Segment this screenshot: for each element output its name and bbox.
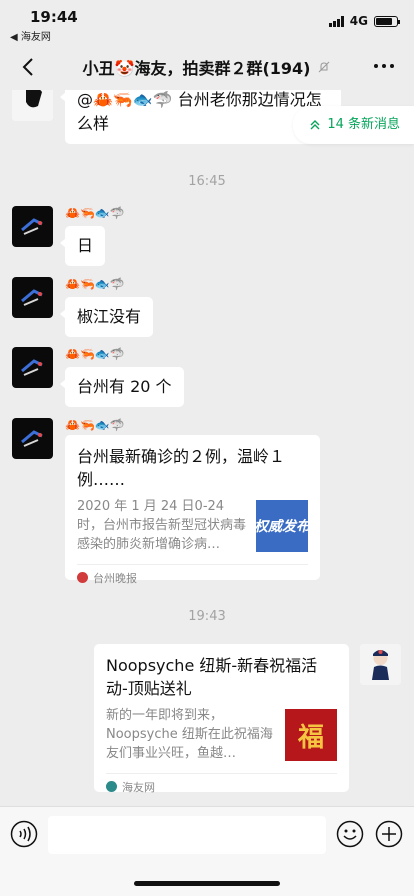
avatar[interactable] [12, 90, 53, 121]
mute-bell-icon [319, 61, 330, 73]
timestamp: 19:43 [188, 609, 226, 624]
message-input[interactable] [48, 816, 326, 854]
voice-icon[interactable] [10, 820, 38, 848]
sender-name: 🦀🦐🐟🦈 [65, 347, 125, 361]
card-source-name: 台州晚报 [93, 571, 137, 585]
avatar[interactable] [12, 206, 53, 247]
card-source: 台州晚报 [77, 564, 308, 590]
avatar[interactable] [12, 347, 53, 388]
card-title: 台州最新确诊的２例，温岭１例…… [77, 447, 286, 489]
card-description: 2020 年 1 月 24 日0-24 时，台州市报告新型冠状病毒感染的肺炎新增… [77, 499, 247, 552]
double-chevron-up-icon [310, 120, 320, 130]
new-messages-label: 14 条新消息 [327, 117, 400, 132]
message-bubble[interactable]: 日 [59, 226, 106, 266]
thumbnail-text: 权威发布 [256, 519, 308, 535]
chat-message-list[interactable]: @🦀🦐🐟🦈 台州老你那边情况怎么样 14 条新消息 16:45 🦀🦐🐟🦈 日 🦀… [0, 90, 414, 806]
card-thumbnail: 权威发布 [256, 500, 308, 552]
home-indicator[interactable] [134, 881, 280, 886]
avatar[interactable] [12, 418, 53, 459]
message-bubble[interactable]: 台州有 20 个 [60, 367, 184, 407]
plus-icon[interactable] [375, 820, 403, 848]
battery-icon [374, 15, 400, 27]
card-description: 新的一年即将到来，Noopsyche 纽斯在此祝福海友们事业兴旺，鱼越… [106, 708, 273, 761]
chat-header: 小丑🤡海友，拍卖群２群(194) [0, 44, 414, 90]
status-time: 19:44 [30, 8, 78, 26]
card-title: Noopsyche 纽斯-新春祝福活动-顶贴送礼 [106, 656, 318, 698]
source-logo-icon [77, 572, 88, 583]
more-dots-icon[interactable] [374, 64, 394, 68]
card-source-name: 海友网 [122, 780, 155, 794]
avatar[interactable] [12, 277, 53, 318]
link-card[interactable]: 台州最新确诊的２例，温岭１例…… 2020 年 1 月 24 日0-24 时，台… [65, 435, 320, 585]
signal-icon [328, 15, 344, 27]
new-messages-button[interactable]: 14 条新消息 [293, 106, 414, 144]
avatar[interactable] [360, 644, 401, 685]
sender-name: 🦀🦐🐟🦈 [65, 277, 125, 291]
source-logo-icon [106, 781, 117, 792]
status-bar: 19:44 ◀ 海友网 4G [0, 0, 414, 44]
card-source: 海友网 [106, 773, 337, 799]
card-thumbnail: 福 [285, 709, 337, 761]
sender-name: 🦀🦐🐟🦈 [65, 418, 125, 432]
message-bubble[interactable]: 椒江没有 [59, 297, 154, 337]
emoji-icon[interactable] [336, 820, 364, 848]
status-indicators: 4G [328, 14, 400, 28]
timestamp: 16:45 [188, 174, 226, 189]
link-card[interactable]: Noopsyche 纽斯-新春祝福活动-顶贴送礼 新的一年即将到来，Noopsy… [94, 644, 349, 794]
chat-title-text: 小丑🤡海友，拍卖群２群(194) [82, 59, 311, 78]
chat-title: 小丑🤡海友，拍卖群２群(194) [83, 55, 332, 79]
back-to-app-link[interactable]: ◀ 海友网 [10, 28, 51, 43]
network-label: 4G [349, 14, 368, 28]
thumbnail-text: 福 [297, 722, 324, 753]
back-arrow-icon[interactable] [18, 56, 40, 78]
sender-name: 🦀🦐🐟🦈 [65, 206, 125, 220]
